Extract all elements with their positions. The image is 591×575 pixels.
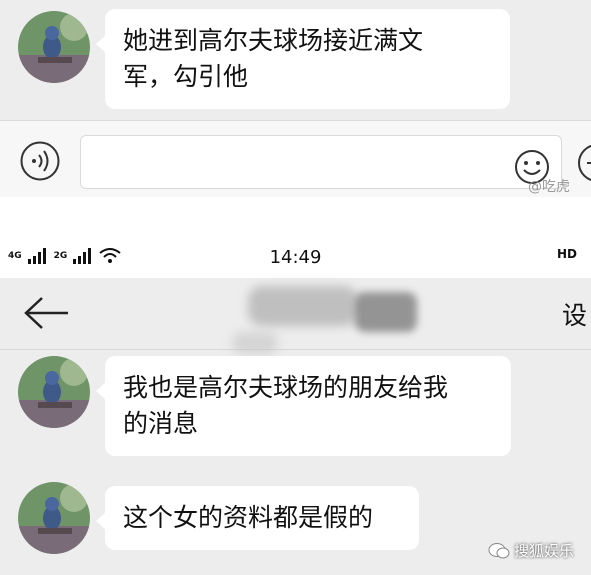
message-text-line: 的消息 <box>123 409 199 438</box>
voice-icon[interactable] <box>20 141 60 181</box>
message-text-line: 我也是高尔夫球场的朋友给我 <box>123 373 449 402</box>
message-bubble[interactable]: 她进到高尔夫球场接近满文 军，勾引他 <box>96 9 510 109</box>
message-bubble[interactable]: 这个女的资料都是假的 <box>96 486 419 550</box>
redacted-contact-name <box>248 286 358 326</box>
hd-call-label: HD <box>557 247 578 261</box>
message-text-line: 她进到高尔夫球场接近满文 <box>123 26 424 55</box>
watermark-text: 搜狐娱乐 <box>514 542 575 560</box>
watermark: @吃虎 <box>528 179 570 195</box>
settings-button[interactable]: 设 <box>562 296 587 332</box>
message-text-line: 军，勾引他 <box>123 62 249 91</box>
chat-header: 设 <box>0 278 591 354</box>
plus-icon[interactable] <box>577 143 591 183</box>
hd-call-icon: HD <box>557 247 577 261</box>
message-bubble[interactable]: 我也是高尔夫球场的朋友给我 的消息 <box>96 356 511 456</box>
avatar[interactable] <box>18 482 90 554</box>
status-bar: 4G 2G 14:49 HD <box>0 238 591 278</box>
redacted-contact-name <box>232 332 278 354</box>
message-input[interactable] <box>80 135 562 189</box>
screenshot-gap <box>0 197 591 238</box>
avatar[interactable] <box>18 356 90 428</box>
input-bar <box>0 120 591 197</box>
back-arrow-icon[interactable] <box>24 296 70 330</box>
watermark: 搜狐娱乐 <box>488 540 574 561</box>
redacted-contact-name <box>355 292 417 332</box>
status-time: 14:49 <box>269 247 322 268</box>
chat-bubble-icon <box>488 542 510 558</box>
avatar[interactable] <box>18 11 90 83</box>
message-text-line: 这个女的资料都是假的 <box>123 503 374 532</box>
